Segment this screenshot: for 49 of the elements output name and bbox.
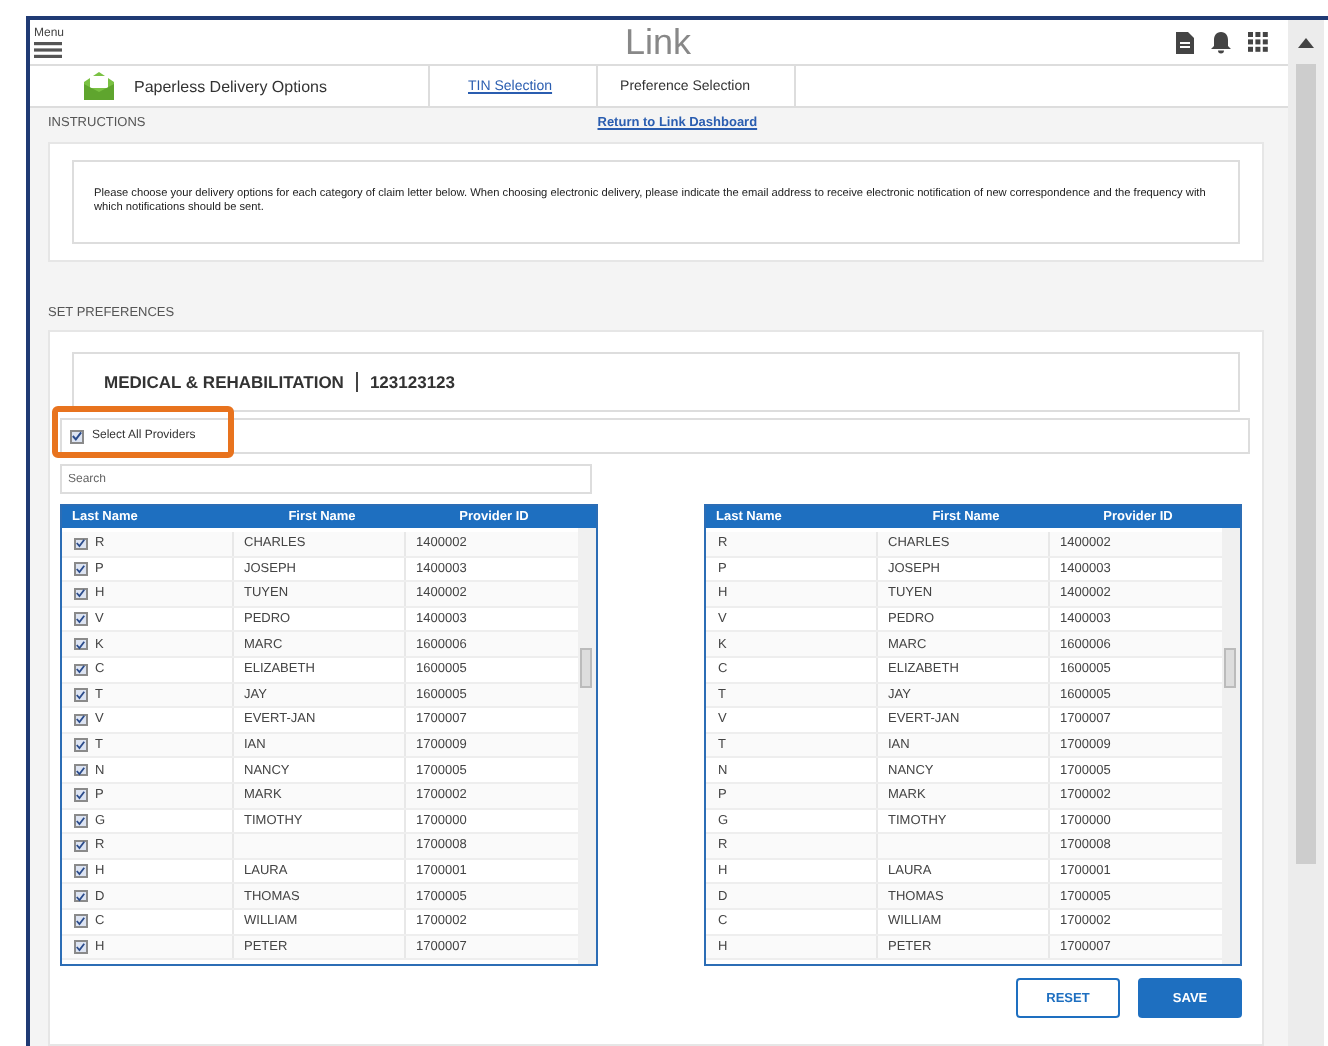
check-icon [72,430,82,442]
check-icon [76,639,85,650]
row-checkbox[interactable] [74,637,87,651]
row-checkbox[interactable] [74,587,87,601]
scrollbar[interactable] [578,528,596,964]
check-icon [76,714,85,725]
bell-icon[interactable] [1209,31,1232,53]
check-icon [76,891,85,902]
row-checkbox[interactable] [74,738,87,752]
row-checkbox[interactable] [74,839,87,853]
document-icon[interactable] [1175,31,1194,53]
check-icon [76,815,85,826]
check-icon [76,866,85,877]
scrollbar[interactable] [1222,528,1240,964]
envelope-icon [84,72,114,100]
check-icon [76,588,85,599]
row-checkbox[interactable] [74,663,87,677]
tin-number: 123123123 [369,372,455,392]
row-checkbox[interactable] [74,688,87,702]
check-icon [76,563,85,574]
check-icon [76,689,85,700]
row-checkbox[interactable] [74,537,87,551]
apps-grid-icon[interactable] [1247,32,1268,52]
category-name: MEDICAL & REHABILITATION [104,372,344,392]
scroll-up-icon[interactable] [1298,38,1314,48]
page-title: Paperless Delivery Options [134,77,327,95]
row-checkbox[interactable] [74,814,87,828]
scrollbar[interactable] [1288,20,1324,1046]
row-checkbox[interactable] [74,713,87,727]
row-checkbox[interactable] [74,612,87,626]
check-icon [76,916,85,927]
row-checkbox[interactable] [74,763,87,777]
row-checkbox[interactable] [74,940,87,954]
row-checkbox[interactable] [74,562,87,576]
row-checkbox[interactable] [74,864,87,878]
check-icon [76,765,85,776]
check-icon [76,614,85,625]
row-checkbox[interactable] [74,788,87,802]
check-icon [76,941,85,952]
check-icon [76,538,85,549]
check-icon [76,840,85,851]
row-checkbox[interactable] [74,889,87,903]
checkbox[interactable] [70,429,84,443]
check-icon [76,664,85,675]
check-icon [76,740,85,751]
row-checkbox[interactable] [74,914,87,928]
logo: Link [624,21,692,63]
menu-icon [34,41,62,57]
check-icon [76,790,85,801]
